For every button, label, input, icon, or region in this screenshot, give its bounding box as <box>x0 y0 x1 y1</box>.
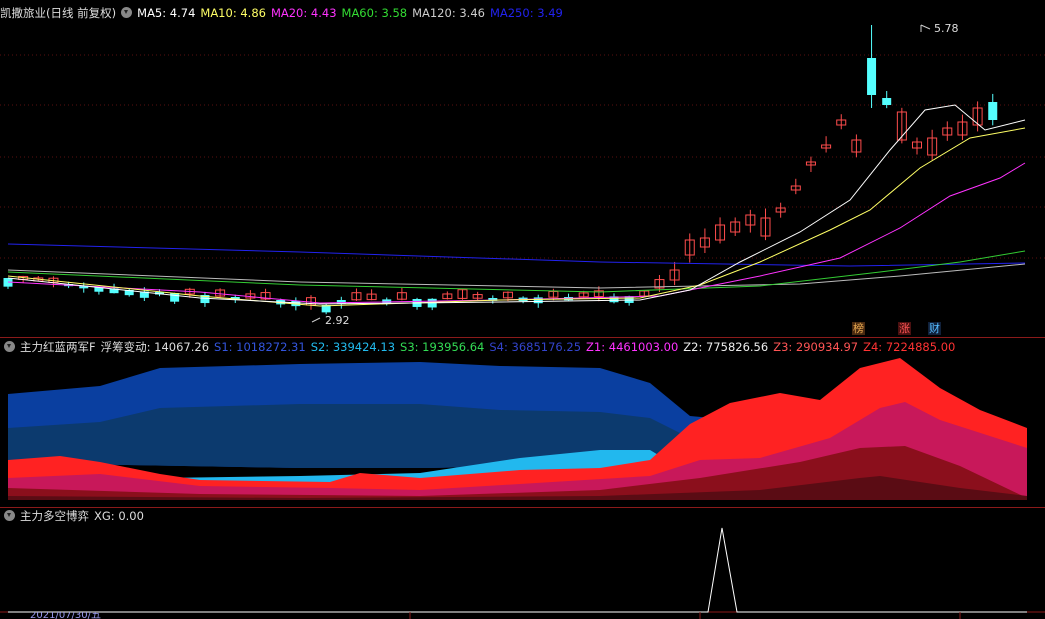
candlestick <box>730 217 741 236</box>
candlestick <box>170 292 180 304</box>
event-badge[interactable]: 榜 <box>852 322 865 335</box>
candlestick <box>745 209 756 233</box>
candlestick <box>472 291 483 301</box>
stock-title: 凯撒旅业(日线 前复权) <box>0 6 117 20</box>
chip-value-item: S4: 3685176.25 <box>489 340 582 354</box>
candlestick <box>457 288 468 300</box>
ma-legend-item: MA20: 4.43 <box>270 6 337 20</box>
moving-average-line <box>7 263 1026 289</box>
candlestick <box>790 178 801 195</box>
moving-average-line <box>7 104 1026 305</box>
candlestick <box>366 289 377 301</box>
candlestick <box>351 288 362 301</box>
moving-average-line <box>7 243 1026 267</box>
date-label: 2021/07/30/五 <box>30 612 102 619</box>
xg-value: XG: 0.00 <box>94 509 144 523</box>
candlestick <box>427 298 437 311</box>
candlestick <box>396 287 407 301</box>
ma-legend-item: MA120: 3.46 <box>412 6 485 20</box>
candlestick <box>564 293 574 301</box>
price-legend: 凯撒旅业(日线 前复权) MA5: 4.74 MA10: 4.86 MA20: 4.4… <box>0 5 573 21</box>
ma-legend: MA5: 4.74 MA10: 4.86 MA20: 4.43 MA60: 3.58 M… <box>137 6 568 20</box>
dropdown-icon[interactable] <box>4 510 15 521</box>
candlestick <box>760 208 771 241</box>
candlestick <box>957 114 968 141</box>
moving-average-line <box>7 127 1026 307</box>
event-badge[interactable]: 涨 <box>898 322 911 335</box>
ma-legend-item: MA5: 4.74 <box>137 6 196 20</box>
chip-value-item: Z4: 7224885.00 <box>863 340 956 354</box>
chip-values: 浮筹变动: 14067.26 S1: 1018272.31 S2: 339424.1… <box>101 340 961 354</box>
candlestick <box>896 107 907 144</box>
candlestick <box>215 288 226 298</box>
chip-value-item: S2: 339424.13 <box>310 340 396 354</box>
candlestick <box>699 228 710 254</box>
high-marker <box>920 24 931 32</box>
candlestick <box>988 93 998 126</box>
chip-value-item: Z2: 775826.56 <box>683 340 769 354</box>
candlestick <box>927 129 938 161</box>
low-marker <box>311 317 321 323</box>
chip-legend: 主力红蓝两军F 浮筹变动: 14067.26 S1: 1018272.31 S2: 3… <box>0 339 965 355</box>
candlestick <box>3 277 13 289</box>
ma-legend-item: MA10: 4.86 <box>200 6 266 20</box>
candlestick <box>851 134 862 158</box>
chip-value-item: S3: 193956.64 <box>400 340 485 354</box>
xg-signal-line <box>8 527 1027 613</box>
candlestick <box>882 90 892 109</box>
candlestick <box>836 114 847 130</box>
candlestick <box>715 217 726 244</box>
dropdown-icon[interactable] <box>4 341 15 352</box>
candlestick <box>867 25 877 108</box>
candlestick <box>48 276 59 288</box>
candlestick <box>669 261 680 286</box>
candlestick <box>775 202 786 218</box>
candlestick <box>821 136 832 153</box>
event-badge[interactable]: 财 <box>928 322 941 335</box>
price-chart[interactable] <box>0 0 1045 338</box>
xg-chart[interactable] <box>0 508 1045 619</box>
chip-area-chart[interactable] <box>0 338 1045 508</box>
candlestick <box>412 297 422 310</box>
chip-title: 主力红蓝两军F <box>20 340 96 354</box>
candlestick <box>245 290 256 301</box>
moving-average-line <box>7 162 1026 304</box>
candlestick <box>805 156 816 172</box>
low-price-label: 2.92 <box>325 314 350 327</box>
dropdown-icon[interactable] <box>121 7 133 18</box>
ma-legend-item: MA60: 3.58 <box>341 6 408 20</box>
chip-value-item: 浮筹变动: 14067.26 <box>100 340 210 354</box>
chip-value-item: Z3: 290934.97 <box>773 340 859 354</box>
chip-value-item: S1: 1018272.31 <box>214 340 306 354</box>
xg-legend: 主力多空博弈 XG: 0.00 <box>0 508 149 524</box>
chip-value-item: Z1: 4461003.00 <box>586 340 679 354</box>
ma-legend-item: MA250: 3.49 <box>489 6 563 20</box>
candlestick <box>442 291 453 300</box>
candlestick <box>912 137 922 155</box>
high-price-label: 5.78 <box>934 22 959 35</box>
candlestick <box>200 291 210 307</box>
candlestick <box>942 121 953 141</box>
xg-title: 主力多空博弈 <box>20 509 89 523</box>
